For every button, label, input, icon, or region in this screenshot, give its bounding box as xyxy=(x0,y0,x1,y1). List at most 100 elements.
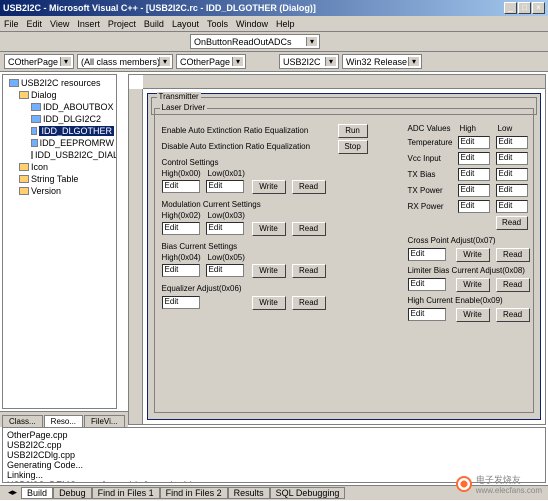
write-highcur-button[interactable]: Write xyxy=(456,308,490,322)
save-icon[interactable] xyxy=(40,34,56,50)
edit-limiter[interactable]: Edit xyxy=(408,278,446,291)
find-combo[interactable]: OnButtonReadOutADCs xyxy=(190,34,320,49)
wizard-icon[interactable] xyxy=(249,54,265,70)
tree-string-folder[interactable]: String Table xyxy=(5,173,114,185)
tree-eepromrw[interactable]: IDD_EEPROMRW xyxy=(5,137,114,149)
edit-low05[interactable]: Edit xyxy=(206,264,244,277)
write-bias-button[interactable]: Write xyxy=(252,264,286,278)
tab-debug[interactable]: Debug xyxy=(53,487,92,499)
dialog-preview[interactable]: Transmitter Laser Driver Enable Auto Ext… xyxy=(147,93,541,420)
read-eq-button[interactable]: Read xyxy=(292,296,326,310)
edit-low01[interactable]: Edit xyxy=(206,180,244,193)
edit-highcur[interactable]: Edit xyxy=(408,308,446,321)
edit-vcc-high[interactable]: Edit xyxy=(458,152,490,165)
tab-classview[interactable]: Class... xyxy=(2,415,43,427)
tree-dialog-folder[interactable]: Dialog xyxy=(5,89,114,101)
paste-icon[interactable] xyxy=(120,34,136,50)
stop-build-icon[interactable] xyxy=(390,34,406,50)
cut-icon[interactable] xyxy=(84,34,100,50)
maximize-button[interactable]: □ xyxy=(518,2,531,14)
menu-insert[interactable]: Insert xyxy=(77,19,100,29)
write-crosspt-button[interactable]: Write xyxy=(456,248,490,262)
edit-temp-low[interactable]: Edit xyxy=(496,136,528,149)
class-combo[interactable]: COtherPage xyxy=(4,54,74,69)
new-icon[interactable] xyxy=(4,34,20,50)
read-crosspt-button[interactable]: Read xyxy=(496,248,530,262)
run-button[interactable]: Run xyxy=(338,124,368,138)
menu-help[interactable]: Help xyxy=(276,19,295,29)
read-highcur-button[interactable]: Read xyxy=(496,308,530,322)
write-eq-button[interactable]: Write xyxy=(252,296,286,310)
close-button[interactable]: × xyxy=(532,2,545,14)
label-high04: High(0x04) xyxy=(162,253,201,262)
menu-project[interactable]: Project xyxy=(108,19,136,29)
menu-build[interactable]: Build xyxy=(144,19,164,29)
edit-txbias-low[interactable]: Edit xyxy=(496,168,528,181)
edit-txbias-high[interactable]: Edit xyxy=(458,168,490,181)
menu-file[interactable]: File xyxy=(4,19,19,29)
tree-version-folder[interactable]: Version xyxy=(5,185,114,197)
edit-crosspt[interactable]: Edit xyxy=(408,248,446,261)
tab-findfiles2[interactable]: Find in Files 2 xyxy=(160,487,228,499)
class2-combo[interactable]: COtherPage xyxy=(176,54,246,69)
edit-eq[interactable]: Edit xyxy=(162,296,200,309)
label-high00: High(0x00) xyxy=(162,169,201,178)
label-vcc: Vcc Input xyxy=(408,154,441,163)
copy-icon[interactable] xyxy=(102,34,118,50)
tree-aboutbox[interactable]: IDD_ABOUTBOX xyxy=(5,101,114,113)
tree-dlgi2c2[interactable]: IDD_DLGI2C2 xyxy=(5,113,114,125)
tree-dlgother[interactable]: IDD_DLGOTHER xyxy=(5,125,114,137)
tree-root[interactable]: USB2I2C resources xyxy=(5,77,114,89)
tool2-icon[interactable] xyxy=(444,54,460,70)
edit-low03[interactable]: Edit xyxy=(206,222,244,235)
write-mod-button[interactable]: Write xyxy=(252,222,286,236)
config-combo[interactable]: Win32 Release xyxy=(342,54,422,69)
tab-sql[interactable]: SQL Debugging xyxy=(270,487,346,499)
minimize-button[interactable]: _ xyxy=(504,2,517,14)
undo-icon[interactable] xyxy=(146,34,162,50)
compile-icon[interactable] xyxy=(372,34,388,50)
read-bias-button[interactable]: Read xyxy=(292,264,326,278)
menu-tools[interactable]: Tools xyxy=(207,19,228,29)
tab-fileview[interactable]: FileVi... xyxy=(84,415,125,427)
tool-icon[interactable] xyxy=(425,54,441,70)
tab-build[interactable]: Build xyxy=(21,487,53,499)
edit-txpwr-high[interactable]: Edit xyxy=(458,184,490,197)
elecfans-logo-icon xyxy=(456,476,472,492)
menu-edit[interactable]: Edit xyxy=(27,19,43,29)
edit-rxpwr-high[interactable]: Edit xyxy=(458,200,490,213)
edit-vcc-low[interactable]: Edit xyxy=(496,152,528,165)
workspace-tree[interactable]: USB2I2C resources Dialog IDD_ABOUTBOX ID… xyxy=(2,74,117,409)
read-adc-button[interactable]: Read xyxy=(496,216,528,230)
saveall-icon[interactable] xyxy=(58,34,74,50)
tree-icon-folder[interactable]: Icon xyxy=(5,161,114,173)
menu-layout[interactable]: Layout xyxy=(172,19,199,29)
tab-findfiles1[interactable]: Find in Files 1 xyxy=(92,487,160,499)
redo-icon[interactable] xyxy=(164,34,180,50)
tab-results[interactable]: Results xyxy=(228,487,270,499)
open-icon[interactable] xyxy=(22,34,38,50)
stop-button[interactable]: Stop xyxy=(338,140,368,154)
edit-high00[interactable]: Edit xyxy=(162,180,200,193)
find-icon[interactable] xyxy=(322,34,338,50)
write-limiter-button[interactable]: Write xyxy=(456,278,490,292)
build-icon[interactable] xyxy=(354,34,370,50)
read-ctrl-button[interactable]: Read xyxy=(292,180,326,194)
edit-high04[interactable]: Edit xyxy=(162,264,200,277)
go-icon[interactable] xyxy=(408,34,424,50)
members-combo[interactable]: (All class members) xyxy=(77,54,173,69)
tree-usb2i2c-dialog[interactable]: IDD_USB2I2C_DIALOG xyxy=(5,149,114,161)
write-ctrl-button[interactable]: Write xyxy=(252,180,286,194)
label-disable-eq: Disable Auto Extinction Ratio Equalizati… xyxy=(162,142,311,151)
menu-view[interactable]: View xyxy=(50,19,69,29)
dialog-editor[interactable]: Transmitter Laser Driver Enable Auto Ext… xyxy=(128,74,546,425)
edit-high02[interactable]: Edit xyxy=(162,222,200,235)
read-mod-button[interactable]: Read xyxy=(292,222,326,236)
project-combo[interactable]: USB2I2C xyxy=(279,54,339,69)
menu-window[interactable]: Window xyxy=(236,19,268,29)
edit-rxpwr-low[interactable]: Edit xyxy=(496,200,528,213)
read-limiter-button[interactable]: Read xyxy=(496,278,530,292)
edit-temp-high[interactable]: Edit xyxy=(458,136,490,149)
tab-resourceview[interactable]: Reso... xyxy=(44,415,83,427)
edit-txpwr-low[interactable]: Edit xyxy=(496,184,528,197)
